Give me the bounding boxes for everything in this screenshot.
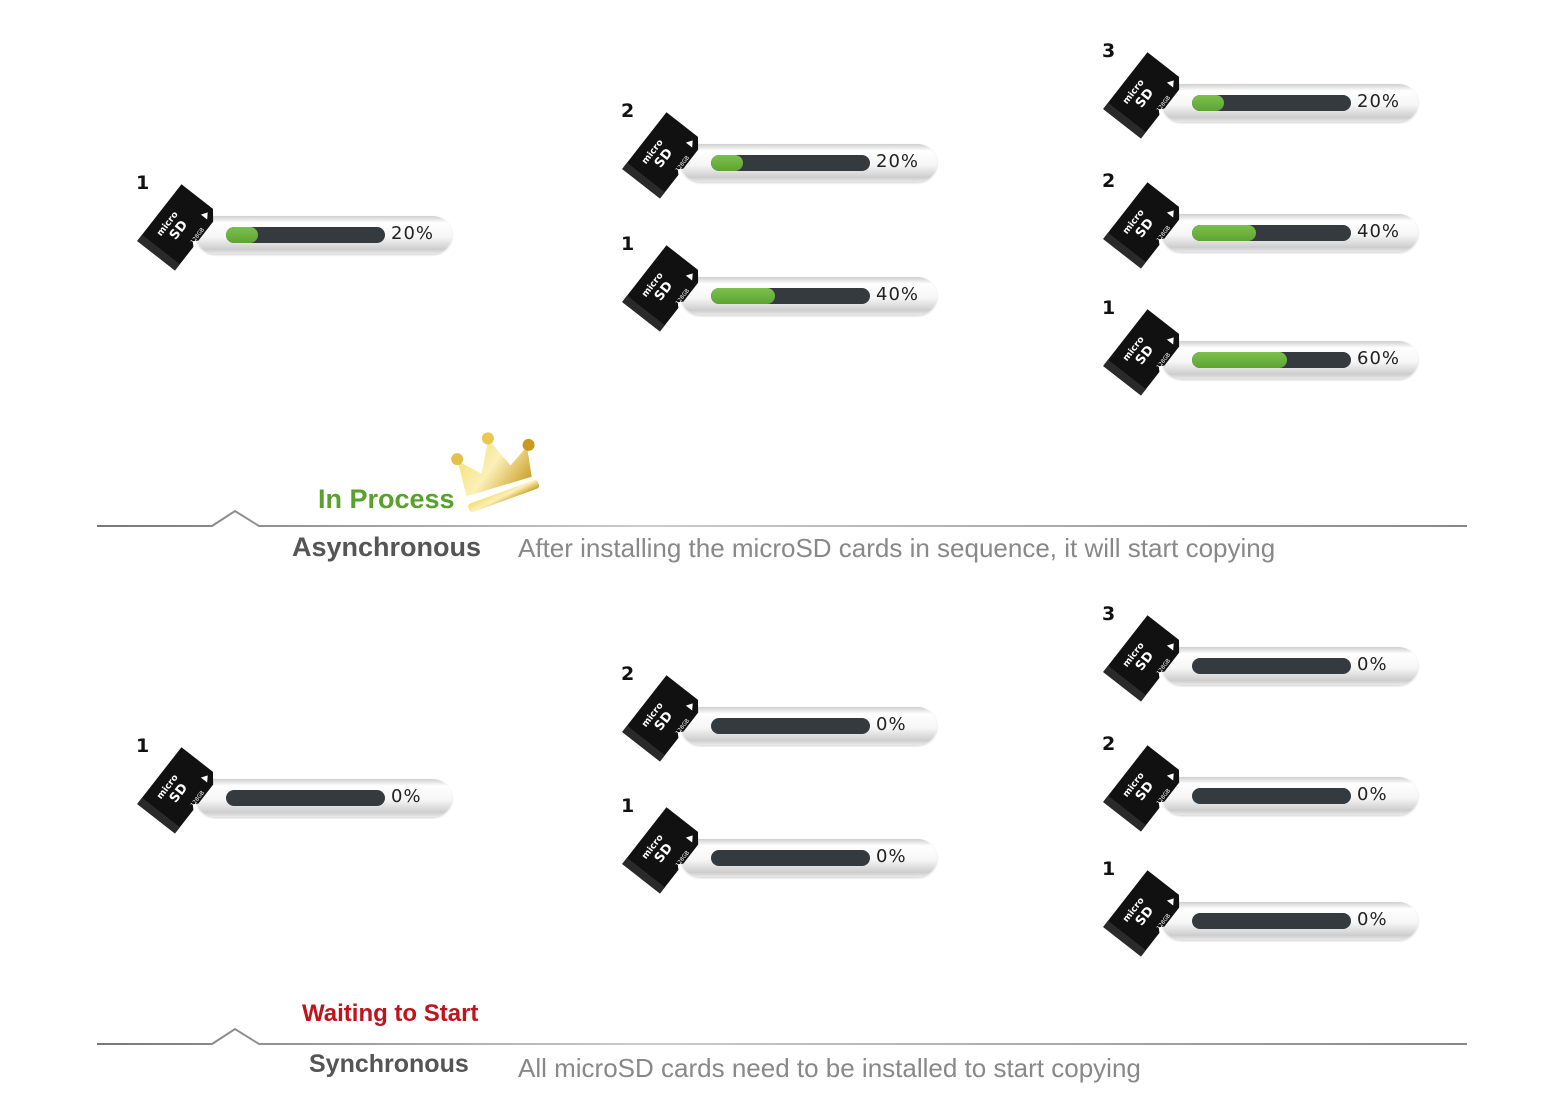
sd-slot: 1 20% micro SD 128GB [136, 172, 456, 272]
progress-percent: 0% [876, 846, 907, 867]
progress-bar [1192, 913, 1351, 929]
microsd-card-icon: micro SD 128GB [1103, 52, 1180, 139]
progress-track: 40% [1162, 214, 1418, 252]
progress-percent: 0% [876, 714, 907, 735]
sd-slot: 1 60% micro SD 128GB [1102, 297, 1422, 397]
sd-slot: 1 40% micro SD 128GB [621, 233, 941, 333]
progress-percent: 0% [1357, 784, 1388, 805]
description-synchronous: All microSD cards need to be installed t… [518, 1053, 1141, 1083]
progress-bar [1192, 95, 1351, 111]
progress-fill [226, 227, 258, 243]
progress-track: 60% [1162, 341, 1418, 379]
crown-icon [451, 432, 540, 513]
progress-track: 0% [681, 839, 937, 877]
progress-bar [1192, 658, 1351, 674]
progress-percent: 0% [391, 786, 422, 807]
progress-fill [711, 155, 743, 171]
microsd-card-icon: micro SD 128GB [137, 184, 214, 271]
microsd-card-icon: micro SD 128GB [1103, 309, 1180, 396]
progress-bar [1192, 225, 1351, 241]
progress-bar [711, 155, 870, 171]
progress-percent: 40% [1357, 221, 1401, 242]
mode-asynchronous: Asynchronous [292, 532, 482, 562]
progress-bar [711, 288, 870, 304]
progress-track: 0% [1162, 647, 1418, 685]
progress-track: 40% [681, 277, 937, 315]
progress-bar [711, 850, 870, 866]
progress-bar [1192, 352, 1351, 368]
sd-slot: 1 0% micro SD 128GB [1102, 858, 1422, 958]
section-divider [97, 1027, 1467, 1045]
progress-track: 0% [196, 779, 452, 817]
microsd-card-icon: micro SD 128GB [622, 112, 699, 199]
sd-slot: 2 20% micro SD 128GB [621, 100, 941, 200]
sd-slot: 2 0% micro SD 128GB [1102, 733, 1422, 833]
sd-slot: 3 20% micro SD 128GB [1102, 40, 1422, 140]
progress-track: 20% [681, 144, 937, 182]
sd-slot: 1 0% micro SD 128GB [621, 795, 941, 895]
microsd-card-icon: micro SD 128GB [622, 807, 699, 894]
sd-slot: 2 0% micro SD 128GB [621, 663, 941, 763]
progress-percent: 20% [876, 151, 920, 172]
progress-bar [226, 227, 385, 243]
progress-track: 0% [1162, 902, 1418, 940]
progress-track: 20% [1162, 84, 1418, 122]
progress-bar [1192, 788, 1351, 804]
microsd-card-icon: micro SD 128GB [1103, 615, 1180, 702]
mode-synchronous: Synchronous [309, 1050, 469, 1078]
progress-percent: 40% [876, 284, 920, 305]
sd-slot: 2 40% micro SD 128GB [1102, 170, 1422, 270]
progress-fill [1192, 352, 1288, 368]
sd-slot: 1 0% micro SD 128GB [136, 735, 456, 835]
description-asynchronous: After installing the microSD cards in se… [518, 533, 1276, 563]
progress-track: 0% [681, 707, 937, 745]
sd-slot: 3 0% micro SD 128GB [1102, 603, 1422, 703]
microsd-card-icon: micro SD 128GB [1103, 870, 1180, 957]
microsd-card-icon: micro SD 128GB [137, 747, 214, 834]
progress-bar [711, 718, 870, 734]
progress-percent: 20% [391, 223, 435, 244]
progress-fill [711, 288, 775, 304]
progress-fill [1192, 95, 1224, 111]
progress-track: 0% [1162, 777, 1418, 815]
microsd-card-icon: micro SD 128GB [1103, 745, 1180, 832]
progress-percent: 0% [1357, 654, 1388, 675]
progress-percent: 60% [1357, 348, 1401, 369]
progress-fill [1192, 225, 1256, 241]
microsd-card-icon: micro SD 128GB [1103, 182, 1180, 269]
section-divider [97, 509, 1467, 527]
progress-bar [226, 790, 385, 806]
progress-percent: 20% [1357, 91, 1401, 112]
microsd-card-icon: micro SD 128GB [622, 675, 699, 762]
progress-percent: 0% [1357, 909, 1388, 930]
status-waiting-to-start: Waiting to Start [302, 1000, 479, 1027]
microsd-card-icon: micro SD 128GB [622, 245, 699, 332]
progress-track: 20% [196, 216, 452, 254]
